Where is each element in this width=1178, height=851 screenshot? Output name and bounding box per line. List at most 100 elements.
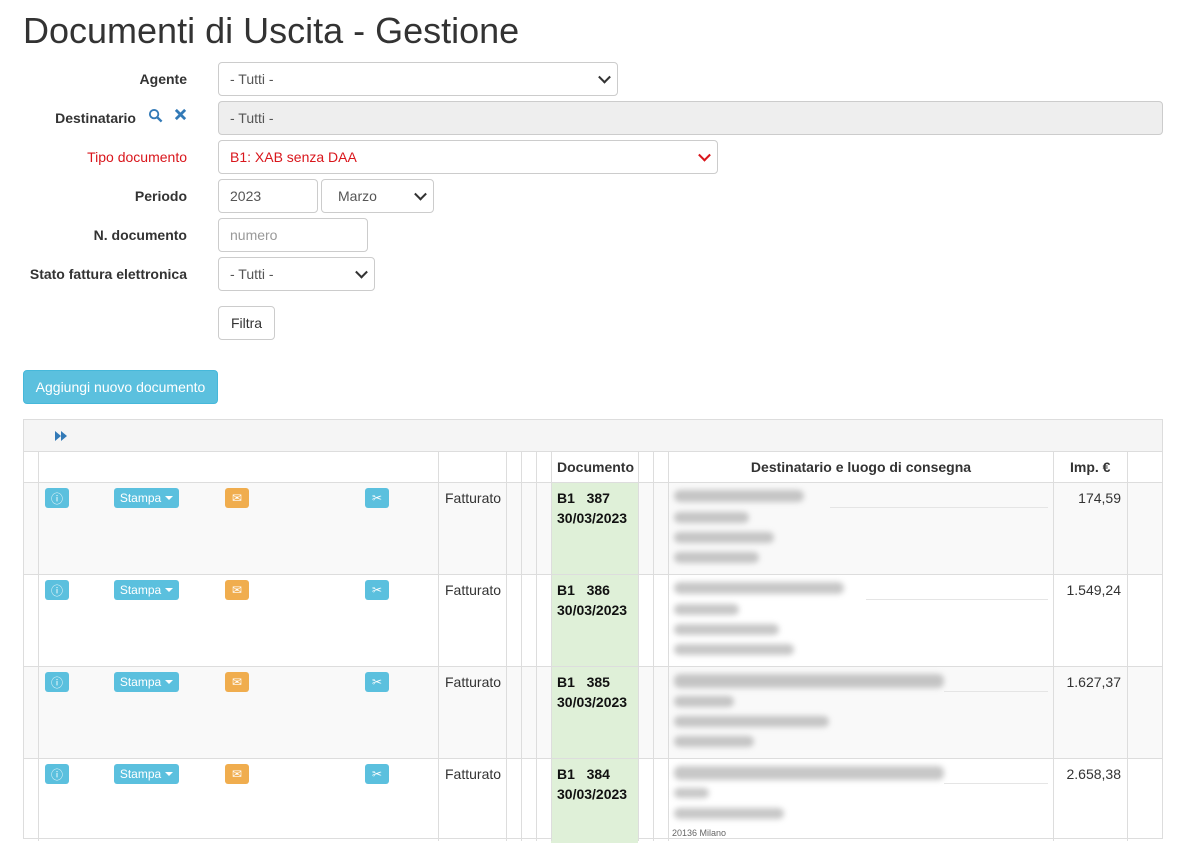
split-button[interactable]: ✂: [365, 764, 389, 784]
info-icon: ⓘ: [50, 675, 63, 690]
filtra-button[interactable]: Filtra: [218, 306, 275, 340]
info-icon: ⓘ: [50, 767, 63, 782]
doc-date: 30/03/2023: [557, 786, 628, 802]
caret-down-icon: [165, 496, 174, 500]
redacted-text: [674, 624, 779, 635]
row-amount: 1.549,24: [1066, 582, 1122, 598]
split-button[interactable]: ✂: [365, 488, 389, 508]
destinatario-field: - Tutti -: [218, 101, 1163, 135]
month-value: Marzo: [338, 188, 377, 204]
scissors-icon: ✂: [371, 491, 383, 505]
stampa-button[interactable]: Stampa: [114, 764, 179, 784]
caret-down-icon: [165, 772, 174, 776]
page-title: Documenti di Uscita - Gestione: [23, 10, 520, 51]
email-button[interactable]: ✉: [225, 764, 249, 784]
redacted-text: [674, 490, 804, 502]
row-document[interactable]: B1 385 30/03/2023: [557, 672, 627, 712]
tipo-documento-value: B1: XAB senza DAA: [230, 149, 357, 165]
redacted-text: [674, 582, 844, 594]
doc-number: 386: [586, 582, 610, 598]
row-amount: 2.658,38: [1066, 766, 1122, 782]
redacted-text: [674, 766, 944, 780]
chevron-down-icon: [355, 265, 368, 279]
chevron-down-icon: [698, 148, 711, 162]
stampa-button[interactable]: Stampa: [114, 580, 179, 600]
month-select[interactable]: Marzo: [321, 179, 434, 213]
n-documento-input[interactable]: numero: [218, 218, 368, 252]
redacted-text: [674, 604, 739, 615]
info-icon: ⓘ: [50, 583, 63, 598]
stampa-label: Stampa: [119, 675, 162, 689]
info-button[interactable]: ⓘ: [45, 580, 69, 600]
doc-type: B1: [557, 674, 575, 690]
chevron-down-icon: [414, 187, 427, 201]
doc-date: 30/03/2023: [557, 694, 628, 710]
fast-forward-icon[interactable]: [54, 429, 68, 445]
row-status: Fatturato: [445, 674, 502, 690]
col-documento: Documento: [557, 459, 634, 475]
envelope-icon: ✉: [231, 767, 243, 781]
row-amount: 174,59: [1078, 490, 1121, 506]
redacted-text: [674, 808, 784, 819]
doc-number: 385: [586, 674, 610, 690]
redacted-text: [674, 736, 754, 747]
row-status: Fatturato: [445, 490, 502, 506]
row-document[interactable]: B1 386 30/03/2023: [557, 580, 627, 620]
agente-label: Agente: [139, 71, 187, 87]
chevron-down-icon: [598, 70, 611, 84]
redacted-text: [674, 512, 749, 523]
stato-fattura-select[interactable]: - Tutti -: [218, 257, 375, 291]
row-status: Fatturato: [445, 766, 502, 782]
periodo-label: Periodo: [134, 188, 187, 204]
stampa-label: Stampa: [119, 767, 162, 781]
destinatario-value: - Tutti -: [230, 110, 274, 126]
year-value: 2023: [230, 188, 262, 204]
info-button[interactable]: ⓘ: [45, 764, 69, 784]
stampa-button[interactable]: Stampa: [114, 488, 179, 508]
table-toolbar: [24, 420, 1162, 452]
redacted-text: [674, 788, 709, 798]
doc-date: 30/03/2023: [557, 602, 628, 618]
tipo-documento-select[interactable]: B1: XAB senza DAA: [218, 140, 718, 174]
stampa-label: Stampa: [119, 491, 162, 505]
scissors-icon: ✂: [371, 767, 383, 781]
caret-down-icon: [165, 588, 174, 592]
scissors-icon: ✂: [371, 583, 383, 597]
redacted-text: [674, 532, 774, 543]
add-document-button[interactable]: Aggiungi nuovo documento: [23, 370, 218, 404]
search-icon[interactable]: [148, 108, 163, 127]
row-document[interactable]: B1 387 30/03/2023: [557, 488, 627, 528]
agente-select[interactable]: - Tutti -: [218, 62, 618, 96]
n-documento-label: N. documento: [93, 227, 187, 243]
email-button[interactable]: ✉: [225, 488, 249, 508]
caret-down-icon: [165, 680, 174, 684]
agente-select-value: - Tutti -: [230, 71, 274, 87]
stato-fattura-label: Stato fattura elettronica: [29, 266, 187, 282]
col-importo: Imp. €: [1070, 459, 1111, 475]
envelope-icon: ✉: [231, 583, 243, 597]
doc-type: B1: [557, 582, 575, 598]
destinatario-label: Destinatario: [55, 110, 136, 126]
clear-icon[interactable]: [174, 108, 187, 125]
split-button[interactable]: ✂: [365, 672, 389, 692]
doc-number: 384: [586, 766, 610, 782]
email-button[interactable]: ✉: [225, 672, 249, 692]
tipo-documento-label: Tipo documento: [87, 149, 187, 165]
info-button[interactable]: ⓘ: [45, 672, 69, 692]
row-document[interactable]: B1 384 30/03/2023: [557, 764, 627, 804]
doc-number: 387: [586, 490, 610, 506]
split-button[interactable]: ✂: [365, 580, 389, 600]
n-documento-placeholder: numero: [230, 227, 278, 243]
partial-address: 20136 Milano: [672, 828, 727, 838]
info-icon: ⓘ: [50, 491, 63, 506]
stato-fattura-value: - Tutti -: [230, 266, 274, 282]
row-status: Fatturato: [445, 582, 502, 598]
redacted-text: [674, 552, 759, 563]
redacted-text: [674, 696, 734, 707]
redacted-text: [674, 716, 829, 727]
info-button[interactable]: ⓘ: [45, 488, 69, 508]
email-button[interactable]: ✉: [225, 580, 249, 600]
year-input[interactable]: 2023: [218, 179, 318, 213]
redacted-text: [674, 644, 794, 655]
stampa-button[interactable]: Stampa: [114, 672, 179, 692]
